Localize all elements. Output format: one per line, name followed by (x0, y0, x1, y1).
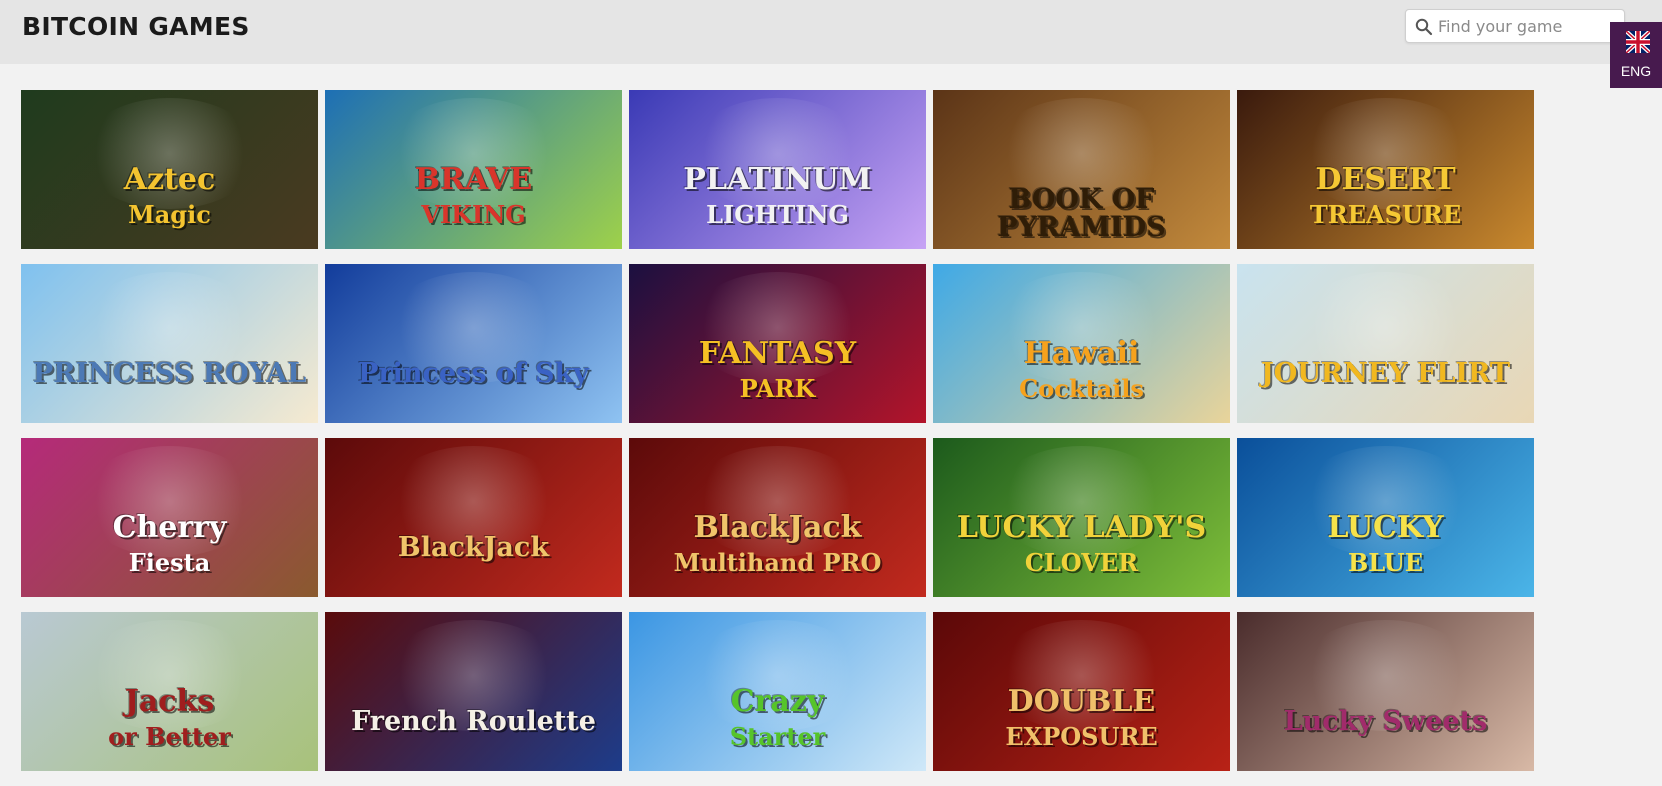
game-tile-desert-treasure[interactable]: DESERT TREASURE (1237, 90, 1534, 249)
language-code: ENG (1620, 63, 1652, 79)
game-subtitle: Magic (128, 200, 211, 229)
game-title: French Roulette (351, 706, 596, 737)
game-subtitle: Starter (729, 722, 826, 751)
game-subtitle: CLOVER (1024, 548, 1139, 577)
game-tile-brave-viking[interactable]: BRAVE VIKING (325, 90, 622, 249)
search-icon (1415, 18, 1433, 36)
game-subtitle: Fiesta (128, 548, 211, 577)
search-box[interactable] (1405, 9, 1625, 43)
game-title: Princess of Sky (358, 358, 589, 389)
game-subtitle: BLUE (1347, 548, 1424, 577)
game-tile-crazy-starter[interactable]: Crazy Starter (629, 612, 926, 771)
game-title: DOUBLE (1007, 684, 1156, 719)
game-title: Hawaii (1023, 336, 1140, 371)
game-title: PLATINUM (683, 162, 872, 197)
game-subtitle: Cocktails (1019, 374, 1144, 403)
game-title: BRAVE (414, 162, 533, 197)
game-tile-cherry-fiesta[interactable]: Cherry Fiesta (21, 438, 318, 597)
game-title: BlackJack (397, 532, 550, 563)
game-subtitle: Multihand PRO (673, 548, 882, 577)
game-title: BOOK OF PYRAMIDS (997, 184, 1166, 244)
game-tile-blackjack[interactable]: BlackJack (325, 438, 622, 597)
game-title: Jacks (124, 684, 215, 719)
game-tile-princess-royal[interactable]: PRINCESS ROYAL (21, 264, 318, 423)
game-title: LUCKY (1327, 510, 1444, 545)
game-title: PRINCESS ROYAL (32, 358, 307, 389)
game-tile-lucky-blue[interactable]: LUCKY BLUE (1237, 438, 1534, 597)
game-subtitle: VIKING (421, 200, 526, 229)
game-tile-french-roulette[interactable]: French Roulette (325, 612, 622, 771)
game-subtitle: or Better (108, 722, 231, 751)
top-bar: BITCOIN GAMES (0, 0, 1662, 64)
game-subtitle: EXPOSURE (1005, 722, 1158, 751)
game-tile-princess-of-sky[interactable]: Princess of Sky (325, 264, 622, 423)
game-tile-jacks-or-better[interactable]: Jacks or Better (21, 612, 318, 771)
game-tile-hawaii-cocktails[interactable]: Hawaii Cocktails (933, 264, 1230, 423)
game-title: Aztec (123, 162, 216, 197)
game-title: FANTASY (698, 336, 857, 371)
game-title: Crazy (730, 684, 825, 719)
game-tile-aztec-magic[interactable]: Aztec Magic (21, 90, 318, 249)
uk-flag-icon (1626, 31, 1650, 53)
game-tile-journey-flirt[interactable]: JOURNEY FLIRT (1237, 264, 1534, 423)
game-tile-blackjack-multihand-pro[interactable]: BlackJack Multihand PRO (629, 438, 926, 597)
game-tile-lucky-ladys-clover[interactable]: LUCKY LADY'S CLOVER (933, 438, 1230, 597)
game-title: JOURNEY FLIRT (1260, 358, 1511, 389)
game-title: BlackJack (693, 510, 862, 545)
language-selector[interactable]: ENG (1610, 22, 1662, 88)
game-title: LUCKY LADY'S (956, 510, 1207, 545)
game-subtitle: PARK (739, 374, 816, 403)
game-tile-book-of-pyramids[interactable]: BOOK OF PYRAMIDS (933, 90, 1230, 249)
game-title: Lucky Sweets (1283, 706, 1488, 737)
page-title: BITCOIN GAMES (22, 12, 250, 41)
game-title: DESERT (1315, 162, 1456, 197)
game-subtitle: LIGHTING (706, 200, 849, 229)
game-tile-double-exposure[interactable]: DOUBLE EXPOSURE (933, 612, 1230, 771)
search-input[interactable] (1438, 13, 1618, 39)
game-title: Cherry (112, 510, 227, 545)
game-tile-platinum-lighting[interactable]: PLATINUM LIGHTING (629, 90, 926, 249)
game-subtitle: TREASURE (1309, 200, 1462, 229)
game-tile-fantasy-park[interactable]: FANTASY PARK (629, 264, 926, 423)
game-tile-lucky-sweets[interactable]: Lucky Sweets (1237, 612, 1534, 771)
